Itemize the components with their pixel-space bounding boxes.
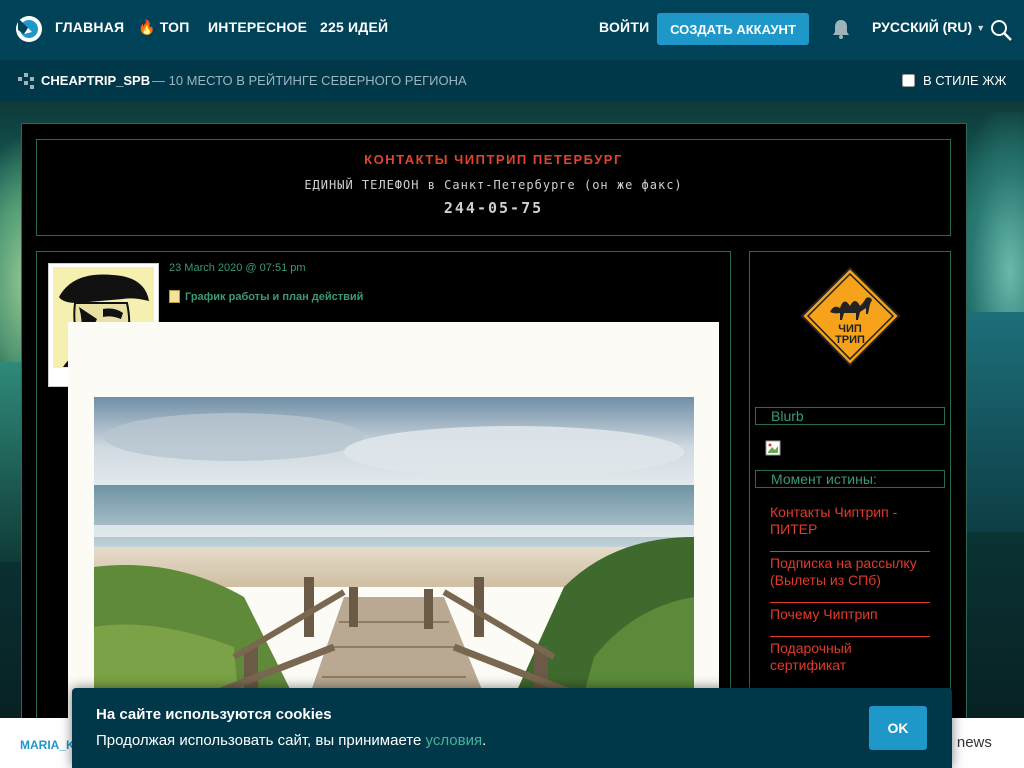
header-phone: 244-05-75	[443, 199, 544, 217]
cookie-text-body: Продолжая использовать сайт, вы принимае…	[96, 732, 426, 749]
sidebar-link-why[interactable]: Почему Чиптрип	[770, 606, 930, 623]
livejournal-logo-icon[interactable]	[14, 14, 44, 44]
nav-interesting[interactable]: ИНТЕРЕСНОЕ	[208, 19, 307, 35]
background-water-right	[966, 312, 1024, 532]
lj-style-toggle[interactable]: В СТИЛЕ ЖЖ	[902, 73, 1006, 88]
cookie-ok-button[interactable]: OK	[869, 706, 927, 750]
journal-icon	[18, 73, 34, 89]
sidebar-link-gift[interactable]: Подарочный сертификат	[770, 640, 930, 674]
header-title: КОНТАКТЫ ЧИПТРИП ПЕТЕРБУРГ	[364, 152, 623, 167]
nav-top[interactable]: 🔥 ТОП	[138, 19, 190, 36]
sidebar-section-moment: Момент истины:	[755, 470, 945, 488]
chevron-down-icon: ▼	[976, 23, 986, 34]
cookie-banner: На сайте используются cookies Продолжая …	[72, 688, 952, 768]
nav-top-label: ТОП	[159, 19, 190, 35]
lj-style-label: В СТИЛЕ ЖЖ	[923, 73, 1007, 88]
header-subtitle: ЕДИНЫЙ ТЕЛЕФОН в Санкт-Петербурге (он же…	[304, 178, 683, 192]
sidebar-link-subscribe[interactable]: Подписка на рассылку (Вылеты из СПб)	[770, 555, 930, 589]
journal-header: КОНТАКТЫ ЧИПТРИП ПЕТЕРБУРГ ЕДИНЫЙ ТЕЛЕФО…	[36, 139, 951, 236]
cookie-text-end: .	[482, 732, 487, 749]
journal-name-link[interactable]: CHEAPTRIP_SPB	[41, 73, 150, 88]
post-date: 23 March 2020 @ 07:51 pm	[169, 262, 306, 274]
cheaptrip-logo[interactable]: ЧИП ТРИП	[800, 266, 901, 367]
post-title-text: График работы и план действий	[185, 290, 364, 303]
sidebar-section-blurb: Blurb	[755, 407, 945, 425]
sidebar-link-contacts[interactable]: Контакты Чиптрип - ПИТЕР	[770, 504, 930, 538]
top-nav-bar: ГЛАВНАЯ 🔥 ТОП ИНТЕРЕСНОЕ 225 ИДЕЙ ВОЙТИ …	[0, 0, 1024, 60]
bell-icon[interactable]	[830, 18, 852, 40]
cookie-title: На сайте используются cookies	[96, 706, 332, 723]
cookie-terms-link[interactable]: условия	[426, 732, 483, 749]
create-account-button[interactable]: СОЗДАТЬ АККАУНТ	[657, 13, 809, 45]
bottom-author-link[interactable]: MARIA_K	[20, 738, 75, 752]
post-title-link[interactable]: График работы и план действий	[169, 290, 363, 303]
broken-image-icon	[765, 440, 781, 456]
sidebar-divider	[770, 602, 930, 603]
flame-icon: 🔥	[138, 19, 156, 35]
nav-ideas[interactable]: 225 ИДЕЙ	[320, 19, 388, 35]
login-link[interactable]: ВОЙТИ	[599, 19, 649, 35]
journal-rank[interactable]: — 10 место в рейтинге Северного региона	[152, 73, 467, 88]
language-label: РУССКИЙ (RU)	[872, 19, 973, 35]
lj-style-checkbox[interactable]	[902, 74, 915, 87]
nav-main[interactable]: ГЛАВНАЯ	[55, 19, 124, 35]
language-selector[interactable]: РУССКИЙ (RU) ▼	[872, 19, 985, 35]
document-icon	[169, 290, 180, 303]
search-icon[interactable]	[989, 18, 1013, 42]
background-water-left	[0, 362, 22, 562]
logo-text-bottom: ТРИП	[835, 334, 865, 346]
sidebar-divider	[770, 636, 930, 637]
cookie-text: Продолжая использовать сайт, вы принимае…	[96, 732, 486, 749]
sidebar-divider	[770, 551, 930, 552]
